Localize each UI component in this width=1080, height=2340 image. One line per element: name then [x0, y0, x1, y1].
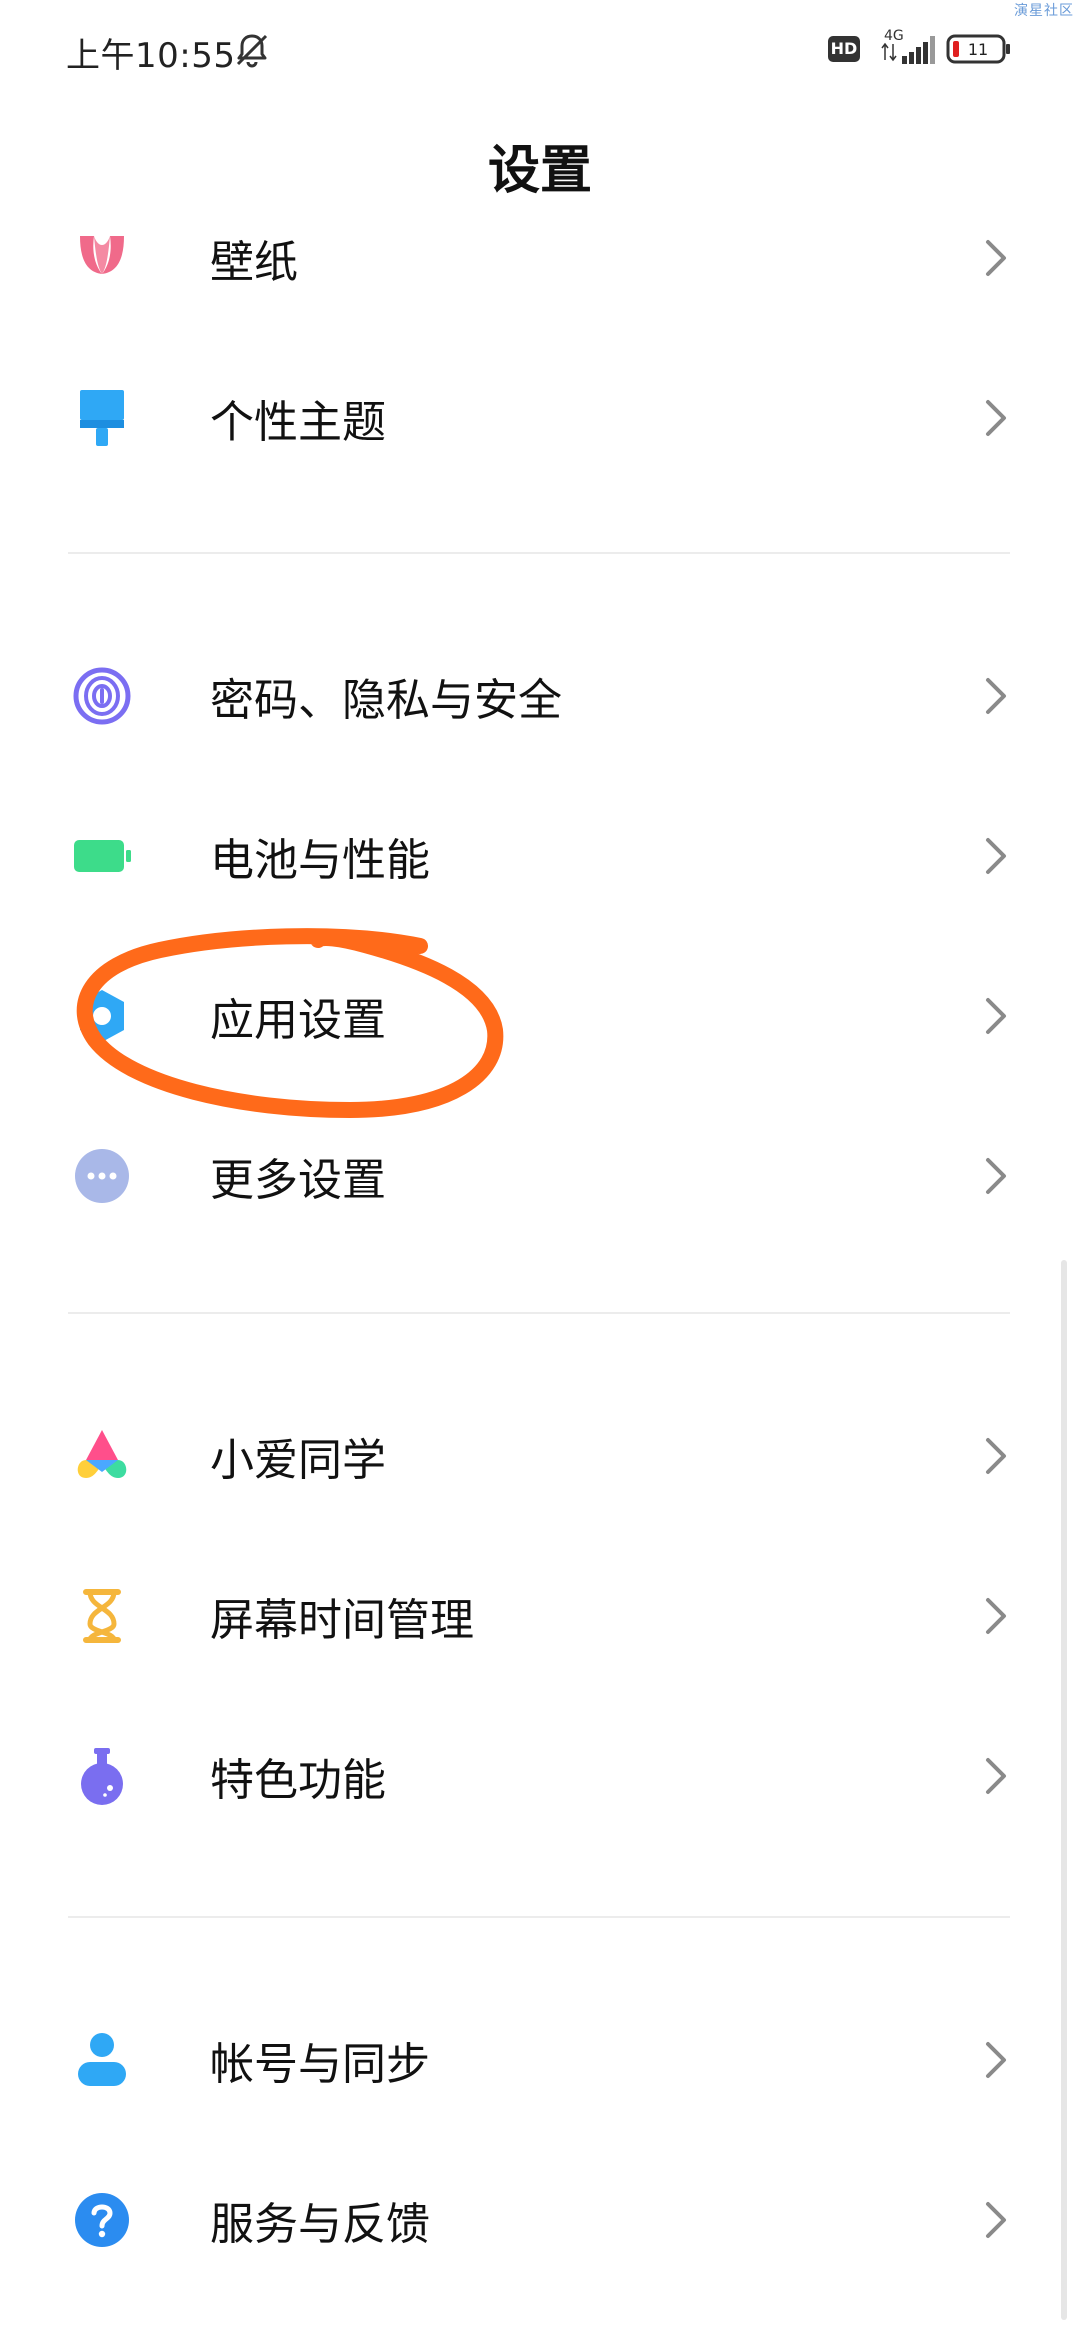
chevron-right-icon — [986, 998, 1006, 1034]
settings-item-xiaoai[interactable]: 小爱同学 — [0, 1376, 1080, 1536]
settings-item-label: 电池与性能 — [210, 835, 430, 886]
app-settings-icon — [80, 990, 124, 1042]
settings-item-screen-time[interactable]: 屏幕时间管理 — [0, 1536, 1080, 1696]
chevron-right-icon — [986, 678, 1006, 714]
chevron-right-icon — [986, 1598, 1006, 1634]
settings-item-label: 小爱同学 — [210, 1435, 386, 1486]
chevron-right-icon — [986, 240, 1006, 276]
settings-item-more[interactable]: 更多设置 — [0, 1096, 1080, 1256]
hourglass-icon — [83, 1589, 121, 1643]
help-icon — [75, 2193, 129, 2247]
chevron-right-icon — [986, 2042, 1006, 2078]
wallpaper-icon — [80, 236, 124, 274]
bell-off-icon — [236, 34, 268, 68]
more-dots-icon — [75, 1149, 129, 1203]
settings-item-privacy[interactable]: 密码、隐私与安全 — [0, 616, 1080, 776]
scrollbar[interactable] — [1061, 1260, 1067, 2320]
battery-icon — [74, 840, 131, 872]
section-divider — [68, 552, 1010, 554]
settings-item-feedback[interactable]: 服务与反馈 — [0, 2140, 1080, 2300]
settings-item-label: 帐号与同步 — [210, 2039, 430, 2090]
battery-level: 11 — [968, 40, 988, 59]
settings-item-label: 应用设置 — [210, 995, 386, 1046]
section-divider — [68, 1312, 1010, 1314]
fingerprint-icon — [73, 667, 131, 725]
settings-item-themes[interactable]: 个性主题 — [0, 338, 1080, 498]
chevron-right-icon — [986, 1158, 1006, 1194]
settings-item-label: 服务与反馈 — [210, 2199, 430, 2250]
settings-item-label: 密码、隐私与安全 — [210, 675, 562, 726]
chevron-right-icon — [986, 2202, 1006, 2238]
account-icon — [78, 2033, 126, 2086]
settings-item-label: 个性主题 — [210, 397, 386, 448]
settings-item-wallpaper[interactable]: 壁纸 — [0, 178, 1080, 338]
network-type: 4G — [884, 28, 904, 44]
chevron-right-icon — [986, 400, 1006, 436]
flask-icon — [81, 1748, 123, 1805]
settings-item-account[interactable]: 帐号与同步 — [0, 1980, 1080, 2140]
theme-brush-icon — [80, 390, 124, 446]
chevron-right-icon — [986, 1438, 1006, 1474]
chevron-right-icon — [986, 838, 1006, 874]
settings-item-app-settings[interactable]: 应用设置 — [0, 936, 1080, 1096]
settings-item-battery[interactable]: 电池与性能 — [0, 776, 1080, 936]
chevron-right-icon — [986, 1758, 1006, 1794]
settings-item-features[interactable]: 特色功能 — [0, 1696, 1080, 1856]
settings-item-label: 壁纸 — [210, 237, 298, 288]
hd-badge: HD — [828, 36, 860, 62]
settings-item-label: 特色功能 — [210, 1755, 386, 1806]
status-time: 上午10:55 — [66, 36, 236, 76]
section-divider — [68, 1916, 1010, 1918]
battery-status-icon: 11 — [946, 34, 1010, 64]
settings-item-label: 更多设置 — [210, 1155, 386, 1206]
settings-item-label: 屏幕时间管理 — [210, 1595, 474, 1646]
status-bar: 上午10:55 HD 4G 11 — [0, 0, 1080, 100]
xiaoai-icon — [77, 1430, 127, 1478]
signal-icon: 4G — [881, 28, 935, 64]
